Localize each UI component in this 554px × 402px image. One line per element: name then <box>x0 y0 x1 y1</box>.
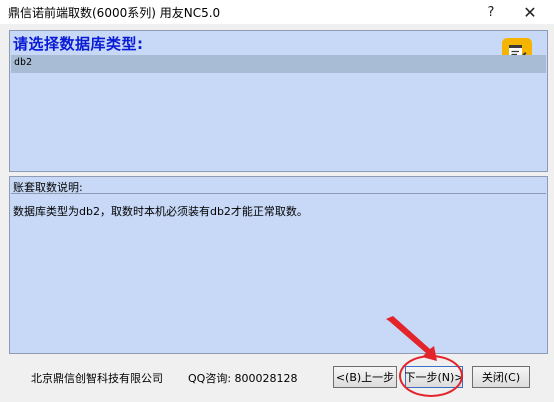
window-title: 鼎信诺前端取数(6000系列) 用友NC5.0 <box>8 6 221 20</box>
database-type-heading: 请选择数据库类型: <box>13 35 144 53</box>
dialog-window: 鼎信诺前端取数(6000系列) 用友NC5.0 ? ✕ 请选择数据库类型: db… <box>0 0 554 402</box>
description-divider <box>11 193 546 194</box>
annotation-arrow-icon <box>386 316 437 361</box>
previous-step-button[interactable]: <(B)上一步 <box>333 366 397 388</box>
close-icon: ✕ <box>523 2 537 22</box>
database-type-panel: 请选择数据库类型: db2 <box>9 30 548 172</box>
close-button[interactable]: 关闭(C) <box>472 366 530 388</box>
help-button[interactable]: ? <box>474 0 508 24</box>
description-text: 数据库类型为db2，取数时本机必须装有db2才能正常取数。 <box>13 205 308 218</box>
qq-contact: QQ咨询: 800028128 <box>188 372 298 385</box>
database-list-item[interactable]: db2 <box>11 55 546 73</box>
help-icon: ? <box>487 4 495 20</box>
close-window-button[interactable]: ✕ <box>513 0 547 24</box>
database-item-label: db2 <box>14 57 33 68</box>
title-bar[interactable]: 鼎信诺前端取数(6000系列) 用友NC5.0 ? ✕ <box>0 0 554 24</box>
account-set-description-panel: 账套取数说明: 数据库类型为db2，取数时本机必须装有db2才能正常取数。 <box>9 176 548 354</box>
company-name: 北京鼎信创智科技有限公司 <box>31 372 163 385</box>
